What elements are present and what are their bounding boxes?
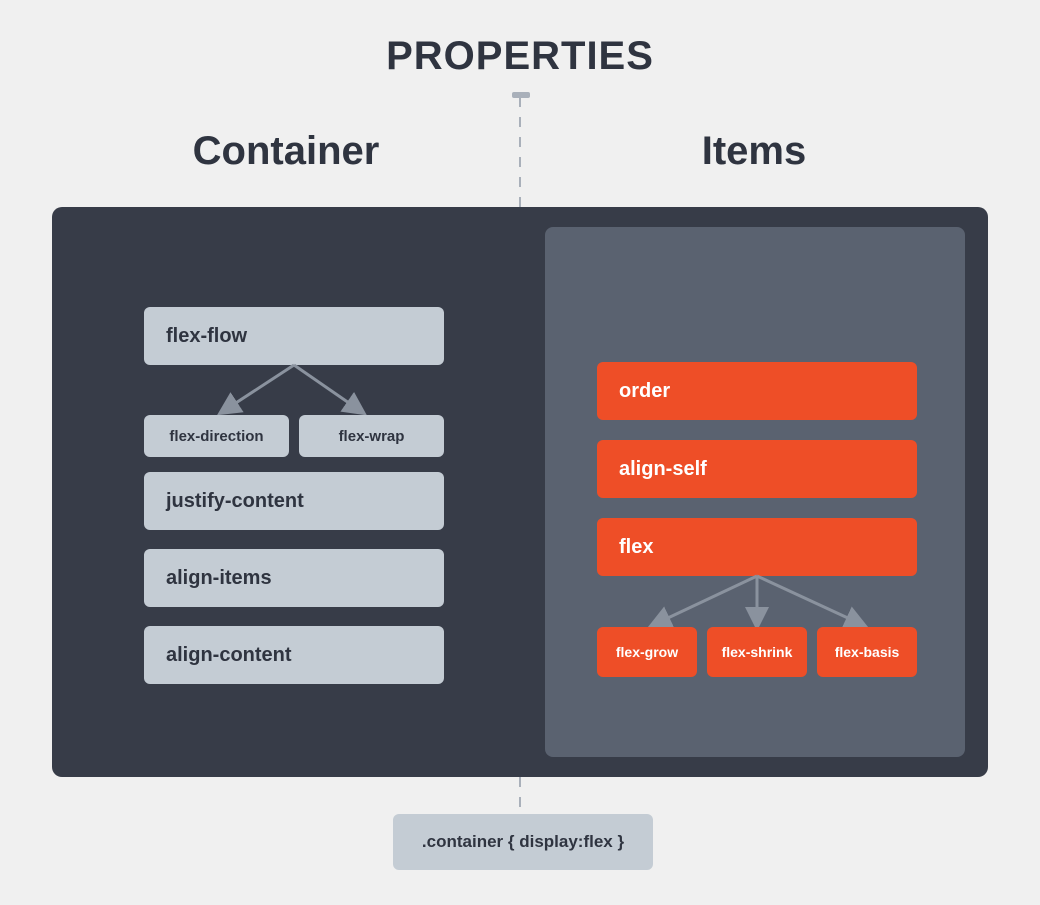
prop-flex-grow: flex-grow [597,627,697,677]
header-container: Container [52,129,520,174]
prop-align-self: align-self [597,440,917,498]
main-panel: flex-flow flex-direction flex-wrap justi… [52,207,988,777]
prop-align-items: align-items [144,549,444,607]
diagram-root: PROPERTIES Container Items flex-flow fle [0,0,1040,905]
code-snippet: .container { display:flex } [393,814,653,870]
column-headers: Container Items [0,129,1040,174]
prop-flex-wrap: flex-wrap [299,415,444,457]
prop-flex-basis: flex-basis [817,627,917,677]
prop-flex: flex [597,518,917,576]
prop-flex-direction: flex-direction [144,415,289,457]
header-items: Items [520,129,988,174]
container-panel: flex-flow flex-direction flex-wrap justi… [52,207,520,777]
prop-align-content: align-content [144,626,444,684]
prop-justify-content: justify-content [144,472,444,530]
prop-order: order [597,362,917,420]
divider-cap [512,92,530,98]
prop-flex-shrink: flex-shrink [707,627,807,677]
items-card: order align-self flex flex-grow flex-shr… [545,227,965,757]
prop-flex-flow: flex-flow [144,307,444,365]
page-title: PROPERTIES [0,0,1040,79]
items-panel: order align-self flex flex-grow flex-shr… [520,207,988,777]
